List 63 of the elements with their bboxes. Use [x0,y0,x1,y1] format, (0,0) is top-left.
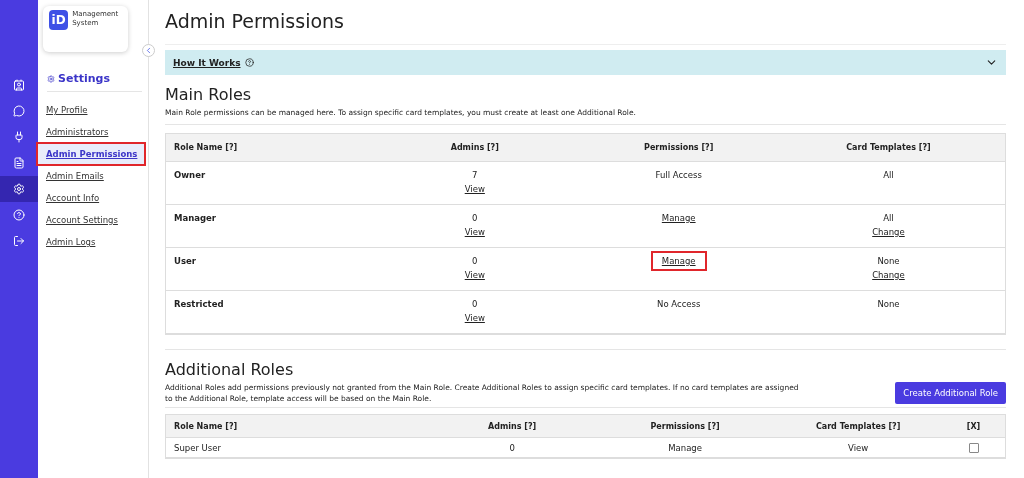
sidebar-link[interactable]: Account Info [38,188,144,208]
admin-count: 0 [472,256,478,266]
role-name: Manager [174,213,217,223]
admin-count: 0 [472,213,478,223]
column-header: Card Templates [?] [774,415,943,438]
row-checkbox[interactable] [968,443,979,453]
permission-text: No Access [657,299,701,309]
logout-icon [13,235,25,247]
template-access: None [877,256,900,266]
column-header: Permissions [?] [585,134,772,162]
template-access: None [877,299,900,309]
sidebar-link[interactable]: Administrators [38,122,144,142]
rail-item[interactable] [0,176,38,202]
sidebar-link[interactable]: Admin Emails [38,166,144,186]
view-link[interactable]: View [453,265,496,285]
view-link[interactable]: View [453,222,496,242]
manage-link[interactable]: Manage [650,208,707,228]
id-card-icon [13,79,25,91]
collapse-button[interactable] [142,44,155,57]
section-title: Additional Roles [165,360,295,379]
document-icon [13,157,25,169]
column-header: Role Name [?] [166,415,429,438]
chevron-left-icon [144,46,153,55]
column-header: Permissions [?] [596,415,775,438]
page-title: Admin Permissions [165,10,1006,45]
template-access: View [848,443,869,453]
chat-bubble-icon [13,105,25,117]
template-access: All [883,213,894,223]
role-name: Restricted [174,299,224,309]
column-header: Admins [?] [428,415,596,438]
sidebar-link[interactable]: Admin Permissions [38,144,144,164]
manage-link[interactable]: Manage [650,251,707,271]
sidebar-link[interactable]: Admin Logs [38,232,144,252]
logo-mark: iD [49,10,69,30]
settings-icon [13,183,25,195]
role-name: Super User [174,443,221,453]
plug-icon [13,131,25,143]
change-link[interactable]: Change [861,222,916,242]
help-icon [13,209,25,221]
view-link[interactable]: View [453,179,496,199]
permission-text: Full Access [655,170,702,180]
column-header: [X] [942,415,1005,438]
role-name: User [174,256,196,266]
admin-count: 0 [472,299,478,309]
settings-icon [47,74,55,83]
section-title: Main Roles [165,85,253,104]
sidebar-link[interactable]: Account Settings [38,210,144,230]
sidebar-title: Settings [58,72,110,85]
change-link[interactable]: Change [861,265,916,285]
how-it-works-bar[interactable]: How It Works [165,50,1006,75]
column-header: Card Templates [?] [771,134,1005,162]
how-it-works-link[interactable]: How It Works [173,57,241,68]
view-link[interactable]: View [453,308,496,328]
admin-count: 0 [509,443,515,453]
permission-text: Manage [668,443,702,453]
help-icon [244,58,254,67]
column-header: Admins [?] [364,134,586,162]
create-role-button[interactable]: Create Additional Role [895,382,1006,404]
admin-count: 7 [472,170,478,180]
sidebar-link[interactable]: My Profile [38,100,144,120]
column-header: Role Name [?] [166,134,365,162]
role-name: Owner [174,170,206,180]
template-access: All [883,170,894,180]
